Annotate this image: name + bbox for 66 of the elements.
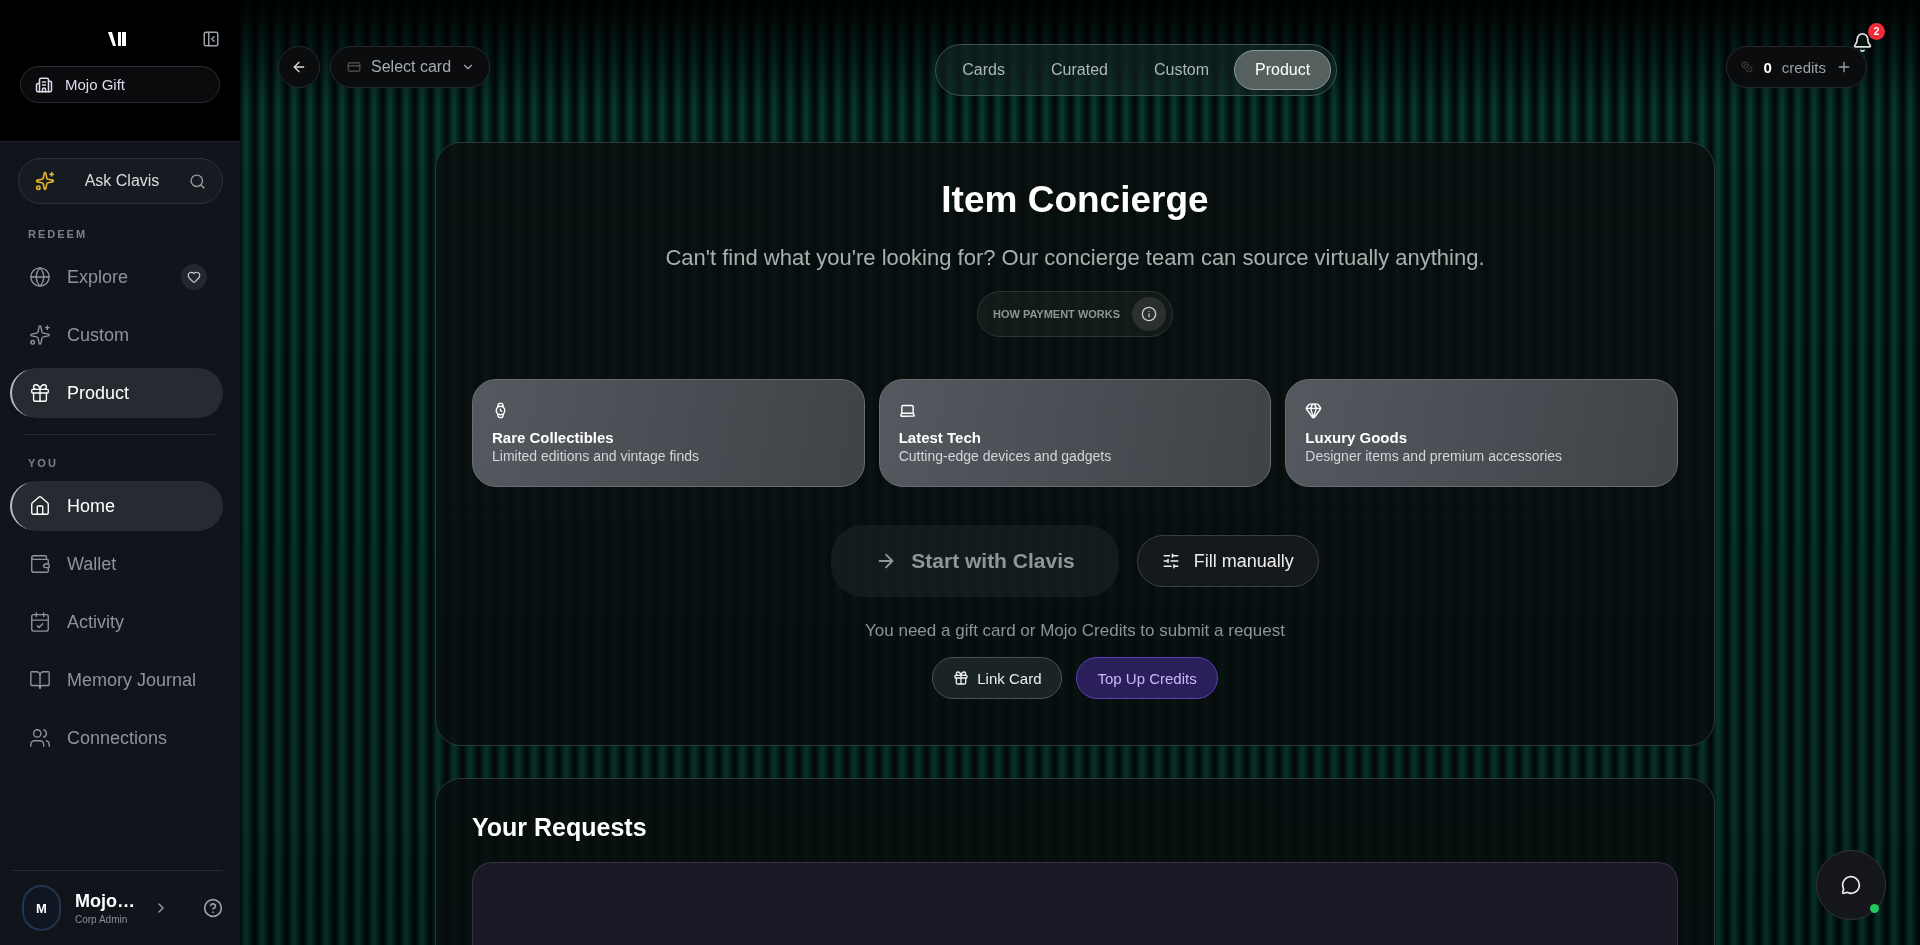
notification-badge: 2 — [1868, 23, 1885, 40]
section-heading: YOU — [27, 457, 59, 469]
nav-icon — [29, 553, 51, 575]
subtitle: Can't find what you're looking for? Our concierge team can source virtually anything. — [665, 245, 1485, 271]
tab[interactable]: Cards — [941, 50, 1026, 90]
user-role: Corp Admin — [75, 914, 129, 925]
category-title: Latest Tech — [898, 429, 981, 446]
category-card[interactable]: Rare Collectibles Limited editions and vintage finds — [472, 379, 865, 487]
nav-icon — [29, 324, 51, 346]
top-up-button[interactable]: Top Up Credits — [1076, 657, 1218, 699]
nav-item[interactable]: Product — [12, 368, 223, 418]
category-icon — [898, 402, 916, 419]
nav-icon — [29, 727, 51, 749]
link-card-button[interactable]: Link Card — [932, 657, 1063, 699]
category-card[interactable]: Latest Tech Cutting-edge devices and gadgets — [878, 379, 1272, 487]
tab[interactable]: Custom — [1132, 50, 1231, 90]
building-icon — [35, 75, 53, 94]
card-icon — [347, 60, 361, 74]
category-title: Luxury Goods — [1305, 429, 1407, 446]
credits-button[interactable]: 0 credits — [1726, 46, 1867, 88]
sparkle-icon — [35, 171, 55, 191]
fill-manually-button[interactable]: Fill manually — [1136, 535, 1319, 587]
arrow-left-icon — [291, 59, 307, 75]
ask-clavis-button[interactable]: Ask Clavis — [18, 158, 223, 204]
nav-icon — [29, 266, 51, 288]
nav-item[interactable]: Custom — [12, 310, 223, 360]
category-description: Cutting-edge devices and gadgets — [898, 448, 1112, 464]
bell-icon[interactable] — [1852, 32, 1873, 53]
help-icon[interactable] — [203, 898, 223, 918]
category-description: Limited editions and vintage finds — [492, 448, 700, 464]
search-icon — [189, 172, 206, 190]
nav-item[interactable]: Activity — [12, 597, 223, 647]
collapse-sidebar-icon[interactable] — [202, 30, 220, 48]
workspace-button[interactable]: Mojo Gift — [20, 66, 220, 103]
payment-info-button[interactable]: HOW PAYMENT WORKS — [976, 291, 1174, 337]
back-button[interactable] — [278, 46, 320, 88]
plus-icon — [1836, 59, 1852, 75]
tab[interactable]: Product — [1234, 50, 1332, 90]
info-icon — [1132, 297, 1167, 331]
select-card-dropdown[interactable]: Select card — [330, 46, 491, 88]
sliders-icon — [1161, 552, 1180, 570]
category-icon — [1305, 402, 1323, 419]
nav-item[interactable]: Wallet — [12, 539, 223, 589]
chat-icon — [1841, 875, 1861, 895]
online-dot — [1870, 904, 1879, 913]
coin-icon — [1741, 61, 1754, 73]
logo-icon — [108, 31, 126, 47]
avatar: M — [22, 885, 61, 931]
tab[interactable]: Curated — [1030, 50, 1129, 90]
section-heading: REDEEM — [27, 228, 89, 240]
page-title: Item Concierge — [941, 179, 1209, 221]
category-card[interactable]: Luxury Goods Designer items and premium accessories — [1285, 379, 1678, 487]
section-title: Your Requests — [472, 813, 648, 842]
category-title: Rare Collectibles — [492, 429, 614, 446]
user-name: Mojo… — [75, 891, 135, 912]
nav-item[interactable]: Connections — [12, 713, 223, 763]
nav-item[interactable]: Home — [12, 481, 223, 531]
gift-icon — [953, 670, 970, 686]
nav-icon — [29, 495, 51, 517]
requirement-note: You need a gift card or Mojo Credits to submit a request — [865, 621, 1285, 641]
category-description: Designer items and premium accessories — [1305, 448, 1563, 464]
nav-item[interactable]: Explore — [12, 252, 223, 302]
nav-icon — [29, 382, 51, 404]
nav-item[interactable]: Memory Journal — [12, 655, 223, 705]
nav-icon — [29, 669, 51, 691]
nav-icon — [29, 611, 51, 633]
